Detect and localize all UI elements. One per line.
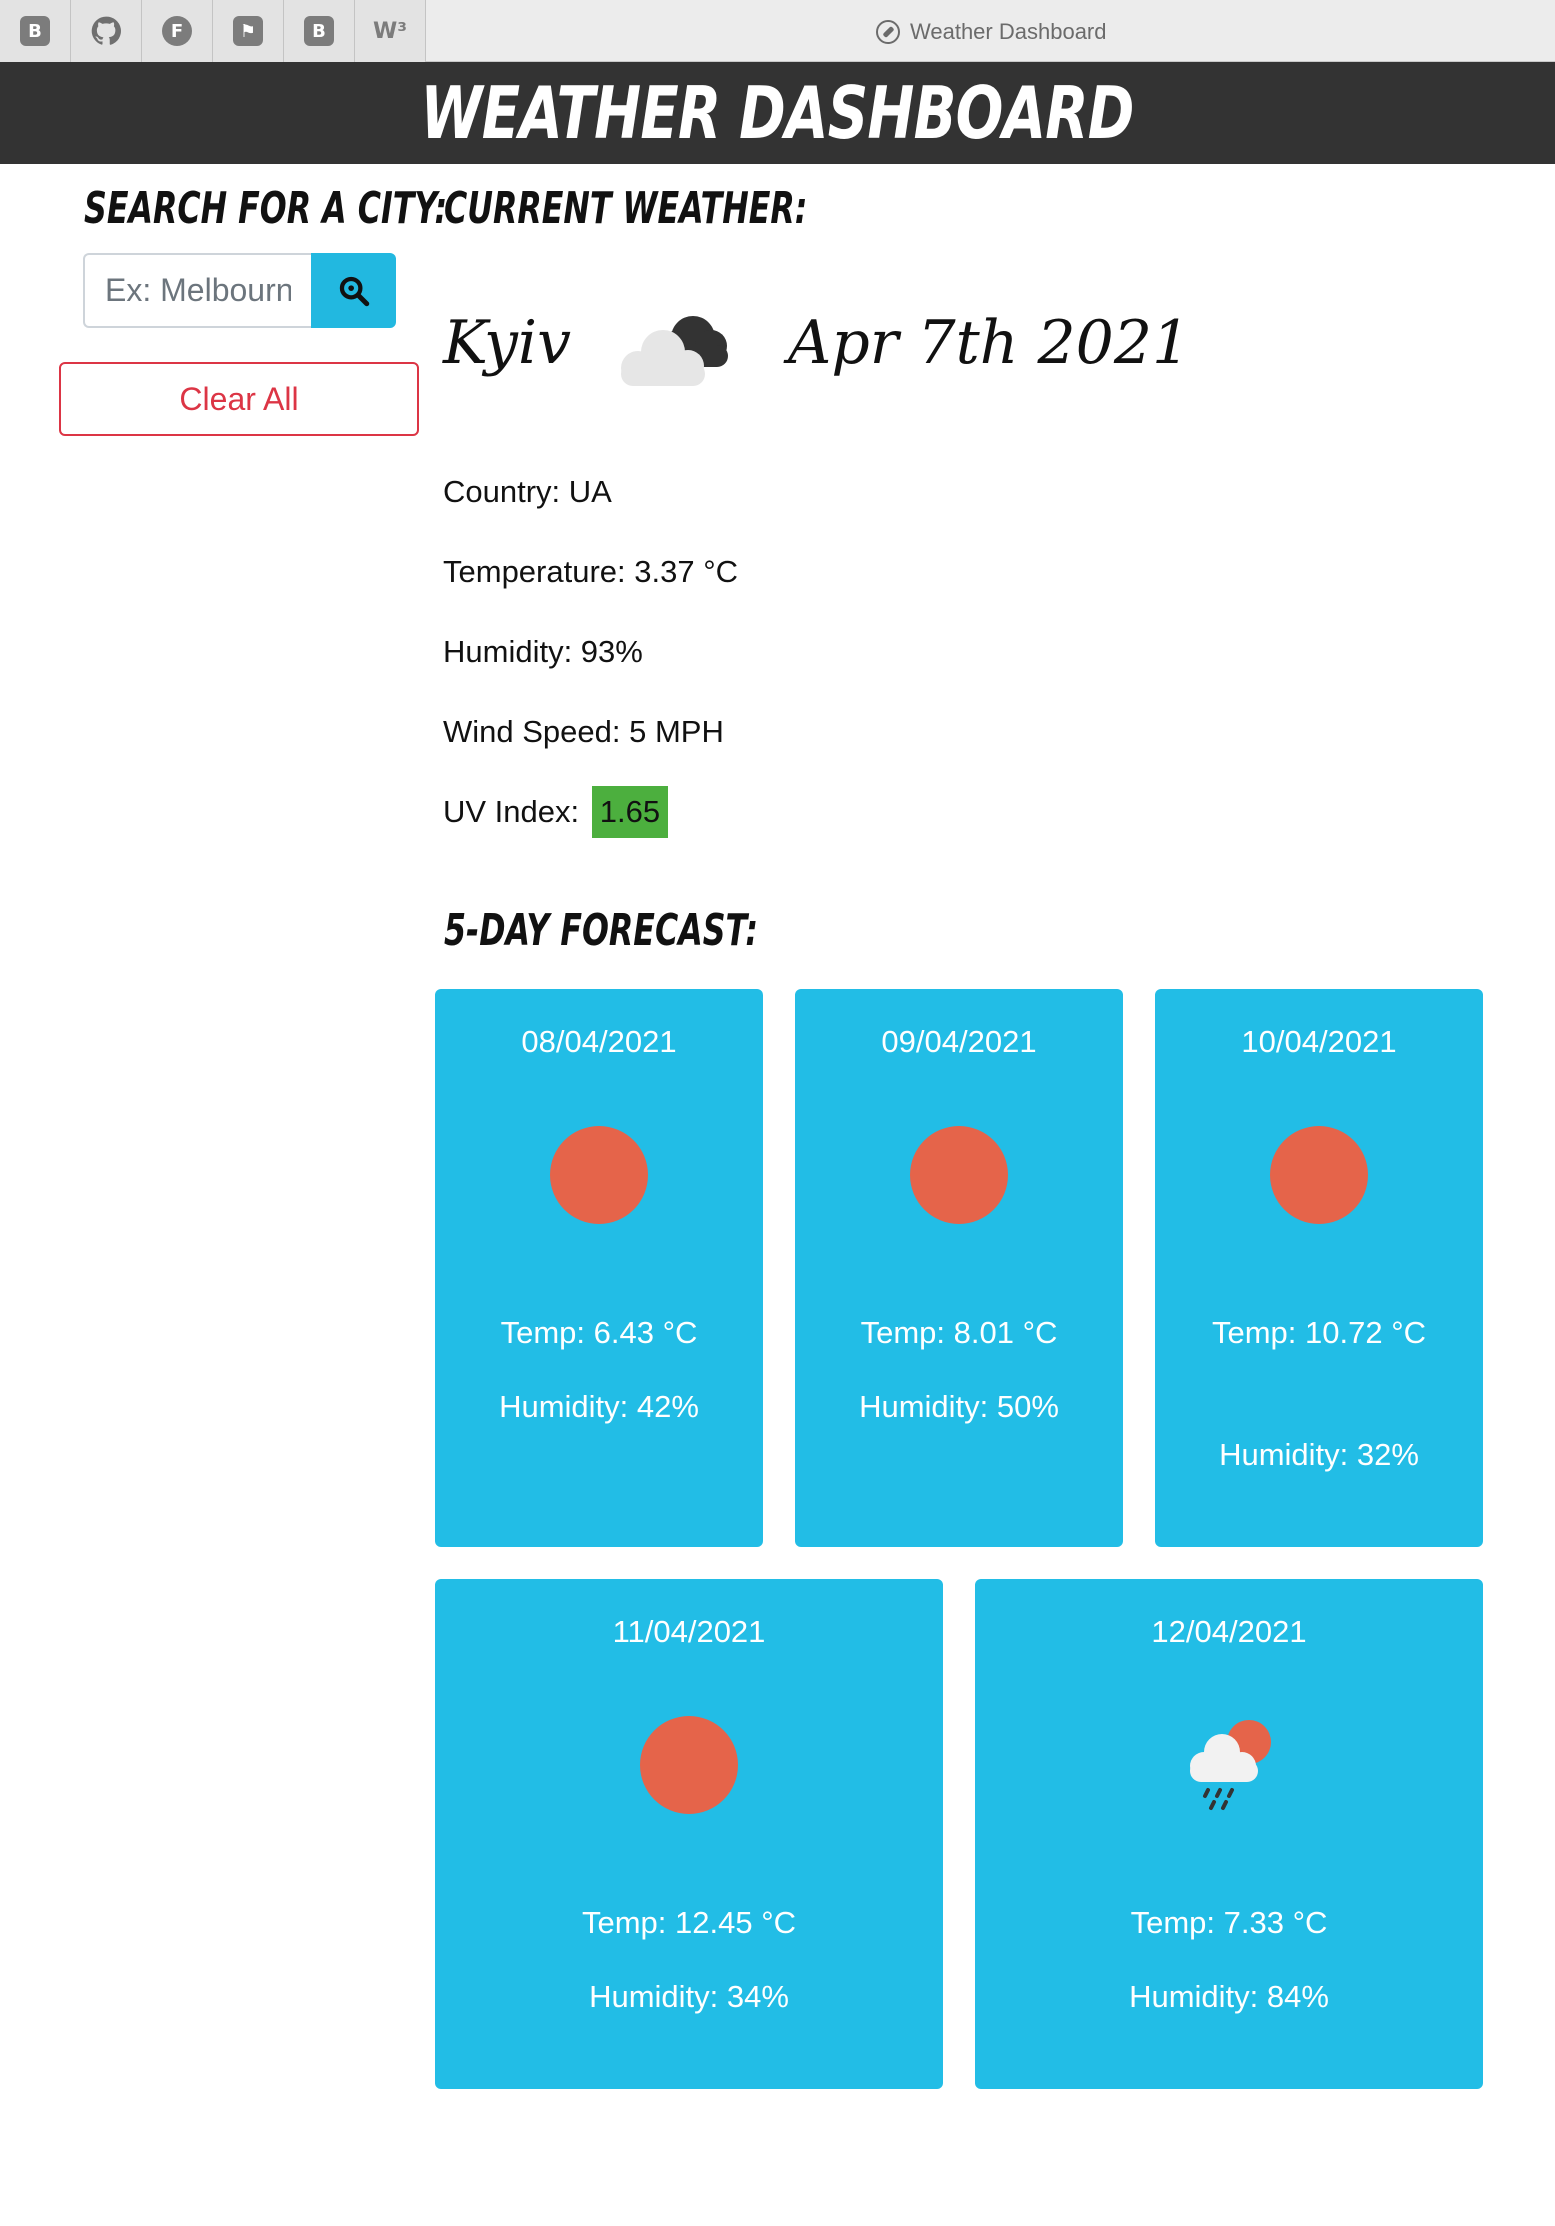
tab-title: Weather Dashboard [876, 19, 1107, 44]
bookmark-f[interactable]: F [142, 0, 213, 62]
temperature-text: Temperature: 3.37 °C [443, 554, 738, 589]
forecast-humidity: Humidity: 84% [1129, 1979, 1329, 2014]
bookmark-w3[interactable]: W³ [355, 0, 426, 62]
forecast-humidity: Humidity: 32% [1219, 1437, 1419, 1472]
forecast-temp: Temp: 7.33 °C [1130, 1905, 1328, 1940]
current-weather-summary: Kyiv Apr 7th 2021 [443, 300, 1343, 410]
cloud-night-icon [621, 316, 728, 386]
rain-sun-icon [1190, 1720, 1271, 1810]
f-icon: F [162, 16, 192, 46]
forecast-card: 08/04/2021 Temp: 6.43 °C Humidity: 42% [435, 989, 763, 1547]
bootstrap-alt-icon: B [304, 16, 334, 46]
country-text: Country: UA [443, 474, 612, 509]
search-icon [339, 276, 369, 306]
compass-icon [876, 20, 900, 44]
uv-index-label: UV Index: [443, 794, 580, 829]
bookmark-bootstrap[interactable]: B [0, 0, 71, 62]
search-heading: Search for a city: [84, 183, 448, 234]
github-icon [91, 16, 121, 45]
forecast-date: 12/04/2021 [1151, 1614, 1307, 1649]
bootstrap-icon: B [20, 16, 50, 46]
city-search-input[interactable] [83, 253, 311, 328]
forecast-humidity: Humidity: 34% [589, 1979, 789, 2014]
forecast-heading: 5-Day Forecast: [444, 905, 759, 956]
forecast-temp: Temp: 8.01 °C [860, 1315, 1058, 1350]
wind-speed-text: Wind Speed: 5 MPH [443, 714, 724, 749]
search-form [83, 253, 396, 328]
clear-all-button[interactable]: Clear All [59, 362, 419, 436]
tab-title-text: Weather Dashboard [910, 19, 1107, 44]
current-weather-heading: Current Weather: [444, 183, 808, 234]
forecast-temp: Temp: 10.72 °C [1211, 1315, 1426, 1350]
forecast-card: 09/04/2021 Temp: 8.01 °C Humidity: 50% [795, 989, 1123, 1547]
forecast-card: 11/04/2021 Temp: 12.45 °C Humidity: 34% [435, 1579, 943, 2089]
forecast-humidity: Humidity: 50% [859, 1389, 1059, 1424]
uv-index-row: UV Index: 1.65 [443, 786, 669, 838]
city-name: Kyiv [443, 308, 571, 378]
forecast-date: 09/04/2021 [881, 1024, 1037, 1059]
current-date: Apr 7th 2021 [788, 308, 1191, 378]
forecast-humidity: Humidity: 42% [499, 1389, 699, 1424]
forecast-date: 11/04/2021 [612, 1614, 766, 1649]
bookmark-github[interactable] [71, 0, 142, 62]
forecast-card: 12/04/2021 Temp: 7.33 °C Humidity: 84% [975, 1579, 1483, 2089]
w3-icon: W³ [373, 18, 407, 44]
search-button[interactable] [311, 253, 396, 328]
forecast-date: 10/04/2021 [1241, 1024, 1397, 1059]
bookmarks-bar: B F ⚑ B W³ [0, 0, 426, 62]
bookmark-flag[interactable]: ⚑ [213, 0, 284, 62]
sun-icon [910, 1126, 1008, 1224]
forecast-date: 08/04/2021 [521, 1024, 677, 1059]
page-title: Weather Dashboard [420, 71, 1135, 155]
forecast-card: 10/04/2021 Temp: 10.72 °C Humidity: 32% [1155, 989, 1483, 1547]
forecast-temp: Temp: 6.43 °C [500, 1315, 698, 1350]
sun-icon [1270, 1126, 1368, 1224]
bookmark-bootstrap-alt[interactable]: B [284, 0, 355, 62]
sun-icon [640, 1716, 738, 1814]
browser-toolbar: B F ⚑ B W³ Weather Dashboard [0, 0, 1555, 62]
forecast-temp: Temp: 12.45 °C [581, 1905, 796, 1940]
sun-icon [550, 1126, 648, 1224]
page-header: Weather Dashboard [0, 62, 1555, 164]
humidity-text: Humidity: 93% [443, 634, 643, 669]
flag-icon: ⚑ [233, 16, 263, 46]
uv-index-badge: 1.65 [591, 786, 669, 838]
